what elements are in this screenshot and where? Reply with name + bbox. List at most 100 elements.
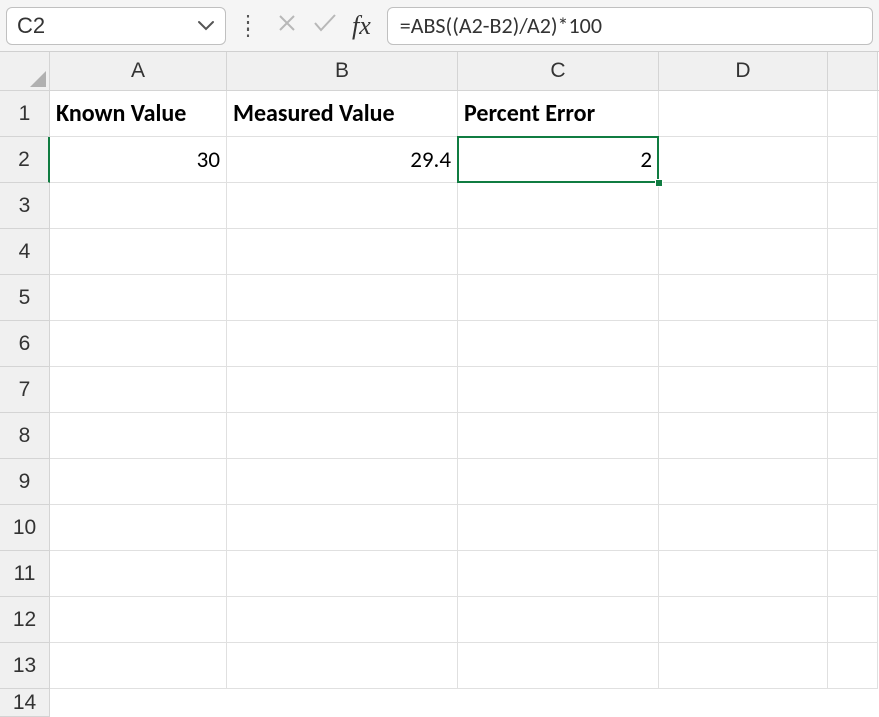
cell-b1[interactable]: Measured Value (227, 91, 458, 137)
table-row (50, 275, 879, 321)
cell-d13[interactable] (659, 643, 828, 689)
cell-d11[interactable] (659, 551, 828, 597)
col-header-c[interactable]: C (458, 52, 659, 90)
cell-b8[interactable] (227, 413, 458, 459)
cell-c11[interactable] (458, 551, 659, 597)
cell-a4[interactable] (50, 229, 227, 275)
cell-a9[interactable] (50, 459, 227, 505)
col-header-d[interactable]: D (659, 52, 828, 90)
table-row: Known Value Measured Value Percent Error (50, 91, 879, 137)
row-header-12[interactable]: 12 (0, 597, 50, 643)
cell-a6[interactable] (50, 321, 227, 367)
cell-d5[interactable] (659, 275, 828, 321)
cell-e7[interactable] (828, 367, 878, 413)
cell-b9[interactable] (227, 459, 458, 505)
table-row (50, 183, 879, 229)
row-header-3[interactable]: 3 (0, 183, 50, 229)
row-header-7[interactable]: 7 (0, 367, 50, 413)
cell-d7[interactable] (659, 367, 828, 413)
cell-e11[interactable] (828, 551, 878, 597)
cell-d12[interactable] (659, 597, 828, 643)
col-header-a[interactable]: A (50, 52, 227, 90)
row-header-5[interactable]: 5 (0, 275, 50, 321)
formula-bar-row: C2 ⋮⋮ fx =ABS((A2-B2)/A2)*100 (0, 0, 879, 52)
cell-d2[interactable] (659, 137, 828, 183)
cell-d10[interactable] (659, 505, 828, 551)
table-row: 30 29.4 2 (50, 137, 879, 183)
cell-c3[interactable] (458, 183, 659, 229)
cancel-icon[interactable] (276, 12, 298, 39)
cell-d1[interactable] (659, 91, 828, 137)
chevron-down-icon[interactable] (197, 15, 215, 36)
row-header-14[interactable]: 14 (0, 689, 50, 717)
cell-a1[interactable]: Known Value (50, 91, 227, 137)
table-row (50, 413, 879, 459)
cell-d4[interactable] (659, 229, 828, 275)
cell-c12[interactable] (458, 597, 659, 643)
cell-c1[interactable]: Percent Error (458, 91, 659, 137)
cell-c13[interactable] (458, 643, 659, 689)
cell-e6[interactable] (828, 321, 878, 367)
cell-b3[interactable] (227, 183, 458, 229)
cell-e1[interactable] (828, 91, 878, 137)
row-header-6[interactable]: 6 (0, 321, 50, 367)
cell-b7[interactable] (227, 367, 458, 413)
cell-c9[interactable] (458, 459, 659, 505)
vertical-dots-icon[interactable]: ⋮⋮ (234, 20, 260, 32)
cell-b4[interactable] (227, 229, 458, 275)
cell-a7[interactable] (50, 367, 227, 413)
cell-b5[interactable] (227, 275, 458, 321)
cell-a10[interactable] (50, 505, 227, 551)
cell-e8[interactable] (828, 413, 878, 459)
cell-b11[interactable] (227, 551, 458, 597)
cell-c10[interactable] (458, 505, 659, 551)
cell-e3[interactable] (828, 183, 878, 229)
row-header-11[interactable]: 11 (0, 551, 50, 597)
col-header-e[interactable] (828, 52, 878, 90)
cell-e2[interactable] (828, 137, 878, 183)
row-header-4[interactable]: 4 (0, 229, 50, 275)
select-all-corner[interactable] (0, 52, 50, 90)
name-box[interactable]: C2 (6, 7, 226, 45)
row-header-2[interactable]: 2 (0, 137, 50, 183)
row-header-13[interactable]: 13 (0, 643, 50, 689)
cell-c7[interactable] (458, 367, 659, 413)
cell-a5[interactable] (50, 275, 227, 321)
row-header-8[interactable]: 8 (0, 413, 50, 459)
cell-d8[interactable] (659, 413, 828, 459)
cell-c4[interactable] (458, 229, 659, 275)
cell-c6[interactable] (458, 321, 659, 367)
cell-a3[interactable] (50, 183, 227, 229)
cell-e9[interactable] (828, 459, 878, 505)
cell-b6[interactable] (227, 321, 458, 367)
cell-a13[interactable] (50, 643, 227, 689)
row-headers: 1 2 3 4 5 6 7 8 9 10 11 12 13 14 (0, 91, 50, 717)
row-header-9[interactable]: 9 (0, 459, 50, 505)
cell-d6[interactable] (659, 321, 828, 367)
cell-b12[interactable] (227, 597, 458, 643)
cell-b2[interactable]: 29.4 (227, 137, 458, 183)
enter-icon[interactable] (312, 12, 338, 39)
cell-a8[interactable] (50, 413, 227, 459)
col-header-b[interactable]: B (227, 52, 458, 90)
cell-e4[interactable] (828, 229, 878, 275)
cell-b13[interactable] (227, 643, 458, 689)
cell-a12[interactable] (50, 597, 227, 643)
cell-a2[interactable]: 30 (50, 137, 227, 183)
cell-e5[interactable] (828, 275, 878, 321)
fill-handle[interactable] (655, 179, 663, 187)
cell-b10[interactable] (227, 505, 458, 551)
cell-c8[interactable] (458, 413, 659, 459)
formula-input[interactable]: =ABS((A2-B2)/A2)*100 (387, 7, 873, 45)
cell-d9[interactable] (659, 459, 828, 505)
cell-d3[interactable] (659, 183, 828, 229)
cell-c5[interactable] (458, 275, 659, 321)
cell-a11[interactable] (50, 551, 227, 597)
row-header-10[interactable]: 10 (0, 505, 50, 551)
cell-e13[interactable] (828, 643, 878, 689)
cell-c2[interactable]: 2 (458, 137, 659, 183)
cell-e12[interactable] (828, 597, 878, 643)
fx-icon[interactable]: fx (352, 11, 371, 41)
row-header-1[interactable]: 1 (0, 91, 50, 137)
cell-e10[interactable] (828, 505, 878, 551)
